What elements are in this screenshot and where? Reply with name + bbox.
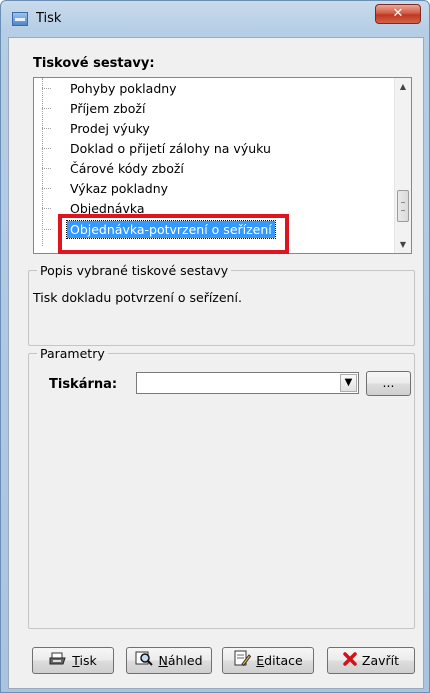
list-item[interactable]: Příjem zboží — [42, 99, 145, 118]
list-item[interactable]: Doklad o přijetí zálohy na výuku — [42, 139, 271, 158]
red-x-icon — [343, 649, 357, 674]
preview-button[interactable]: Náhled — [126, 647, 212, 674]
window-close-button[interactable]: ✕ — [375, 4, 421, 24]
list-item-selected[interactable]: Objednávka-potvrzení o seřízení — [42, 220, 276, 239]
window-app-icon — [12, 12, 28, 26]
list-item[interactable]: Čárové kódy zboží — [42, 159, 184, 178]
close-button[interactable]: Zavřít — [327, 647, 415, 674]
printer-browse-button[interactable]: ... — [366, 371, 411, 396]
description-group-title: Popis vybrané tiskové sestavy — [37, 263, 232, 278]
parameters-group-title: Parametry — [37, 346, 108, 361]
preview-icon — [135, 649, 154, 674]
printer-label: Tiskárna: — [49, 377, 118, 392]
window-title: Tisk — [36, 11, 62, 26]
list-scrollbar[interactable]: ▲ ▼ — [394, 78, 411, 253]
print-button[interactable]: Tisk — [32, 647, 114, 674]
printer-select[interactable]: ▼ — [136, 372, 359, 394]
printer-icon — [49, 649, 67, 674]
parameters-group: Parametry — [28, 346, 415, 629]
scroll-up-arrow-icon[interactable]: ▲ — [395, 78, 411, 95]
description-group: Popis vybrané tiskové sestavy — [28, 263, 415, 346]
edit-button[interactable]: Editace — [222, 647, 314, 674]
list-item[interactable]: Výkaz pokladny — [42, 179, 168, 198]
print-dialog-window: Tisk ✕ Tiskové sestavy: Pohyby pokladny … — [0, 0, 430, 693]
title-bar[interactable]: Tisk ✕ — [1, 1, 429, 37]
list-item[interactable]: Objednávka — [42, 199, 145, 218]
edit-icon — [233, 649, 252, 674]
report-list-label: Tiskové sestavy: — [33, 56, 155, 71]
dropdown-arrow-icon[interactable]: ▼ — [340, 374, 357, 392]
scrollbar-thumb[interactable] — [397, 190, 409, 222]
description-text: Tisk dokladu potvrzení o seřízení. — [33, 290, 242, 305]
report-list[interactable]: Pohyby pokladny Příjem zboží Prodej výuk… — [33, 77, 412, 254]
scroll-down-arrow-icon[interactable]: ▼ — [395, 236, 411, 253]
list-item[interactable]: Pohyby pokladny — [42, 79, 177, 98]
list-item[interactable]: Prodej výuky — [42, 119, 150, 138]
